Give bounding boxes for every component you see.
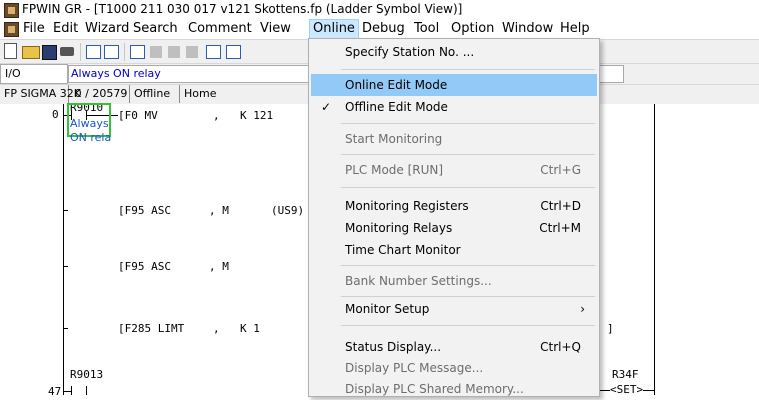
menu-separator (341, 69, 595, 70)
menu-item-start-monitoring[interactable]: Start Monitoring (311, 128, 597, 150)
io-comment-field[interactable]: Always ON relay (68, 65, 316, 83)
set-coil: <SET> (610, 383, 644, 396)
contact-label: R9013 (70, 368, 104, 381)
app-icon[interactable] (4, 3, 19, 18)
menu-item-bank-number-settings[interactable]: Bank Number Settings... (311, 270, 597, 292)
contact-symbol (71, 386, 72, 395)
menu-window[interactable]: Window (502, 20, 553, 38)
operand: , (213, 109, 220, 122)
new-file-icon[interactable] (4, 43, 17, 59)
toolbar-separator (124, 43, 125, 61)
cursor-position: Home (184, 87, 217, 100)
print-icon[interactable] (60, 47, 74, 56)
copy-icon[interactable] (168, 46, 180, 58)
menu-search[interactable]: Search (133, 20, 178, 38)
checkmark-icon: ✓ (321, 100, 332, 114)
save-icon[interactable] (42, 45, 57, 60)
menu-debug[interactable]: Debug (362, 20, 405, 38)
menu-item-display-plc-message[interactable]: Display PLC Message... (311, 357, 597, 379)
operand: , M (209, 204, 229, 217)
insert-rung-icon[interactable] (226, 45, 241, 59)
rung-wire (63, 210, 68, 211)
menu-separator (341, 296, 595, 297)
menu-help[interactable]: Help (560, 20, 590, 38)
coil-label: R34F (612, 368, 639, 381)
submenu-arrow-icon: › (580, 302, 585, 316)
menu-item-specify-station[interactable]: Specify Station No. ... (311, 41, 597, 63)
rung-wire (63, 266, 68, 267)
toolbar-separator (80, 43, 81, 61)
operand: , (213, 322, 220, 335)
open-folder-icon[interactable] (22, 46, 40, 59)
contact-comment: Always (70, 117, 109, 130)
menu-item-monitor-setup[interactable]: Monitor Setup › (311, 298, 597, 320)
menu-bar: File Edit Wizard Search Comment View Onl… (0, 19, 759, 39)
operand: K 121 (240, 109, 274, 122)
title-bar: FPWIN GR - [T1000 211 030 017 v121 Skott… (0, 0, 759, 19)
menu-option[interactable]: Option (451, 20, 494, 38)
instruction: [F0 MV (118, 109, 158, 122)
io-comment-label: I/O Comment (0, 64, 68, 98)
online-status: Offline (130, 85, 180, 103)
menu-separator (341, 325, 595, 326)
menu-online[interactable]: Online (309, 19, 359, 39)
menu-item-monitoring-relays[interactable]: Monitoring Relays Ctrl+M (311, 217, 597, 239)
rung-address: 0 (52, 108, 59, 121)
rung-wire (63, 391, 71, 392)
convert-icon[interactable] (86, 45, 101, 59)
menu-wizard[interactable]: Wizard (85, 20, 129, 38)
menu-item-online-edit-mode[interactable]: Online Edit Mode (311, 74, 597, 96)
rung-address: 47 (48, 385, 62, 398)
rung-wire (63, 328, 68, 329)
menu-edit[interactable]: Edit (53, 20, 78, 38)
menu-item-display-plc-shared-memory[interactable]: Display PLC Shared Memory... (311, 378, 597, 400)
online-menu-dropdown: Specify Station No. ... Online Edit Mode… (308, 38, 600, 397)
menu-view[interactable]: View (260, 20, 291, 38)
window-title: FPWIN GR - [T1000 211 030 017 v121 Skott… (22, 2, 463, 16)
select-icon[interactable] (130, 45, 145, 59)
menu-item-offline-edit-mode[interactable]: ✓ Offline Edit Mode (311, 96, 597, 118)
operand: (US9) (271, 204, 305, 217)
menu-tool[interactable]: Tool (414, 20, 439, 38)
menu-separator (341, 123, 595, 124)
left-power-rail (63, 104, 64, 395)
operand: , M (209, 260, 229, 273)
contact-comment: ON rela (70, 131, 112, 144)
menu-item-monitoring-registers[interactable]: Monitoring Registers Ctrl+D (311, 195, 597, 217)
menu-separator (341, 187, 595, 188)
plc-type: FP SIGMA 32K (0, 85, 81, 103)
cut-icon[interactable] (150, 46, 162, 58)
menu-comment[interactable]: Comment (188, 20, 252, 38)
right-power-rail (654, 104, 655, 395)
menu-separator (341, 154, 595, 155)
instruction-end: ] (607, 322, 614, 335)
menu-file[interactable]: File (23, 20, 45, 38)
instruction: [F95 ASC (118, 204, 171, 217)
paste-icon[interactable] (186, 46, 198, 58)
menu-item-status-display[interactable]: Status Display... Ctrl+Q (311, 336, 597, 358)
convert-all-icon[interactable] (104, 45, 119, 59)
menu-item-plc-mode[interactable]: PLC Mode [RUN] Ctrl+G (311, 159, 597, 181)
contact-symbol (86, 386, 87, 395)
menu-item-time-chart-monitor[interactable]: Time Chart Monitor (311, 239, 597, 261)
instruction: [F95 ASC (118, 260, 171, 273)
menu-separator (341, 265, 595, 266)
secondary-comment-field[interactable] (596, 65, 624, 83)
document-icon[interactable] (4, 22, 19, 37)
operand: K 1 (240, 322, 260, 335)
instruction: [F285 LIMT (118, 322, 185, 335)
rung-wire (643, 390, 654, 391)
block-icon[interactable] (206, 45, 221, 59)
